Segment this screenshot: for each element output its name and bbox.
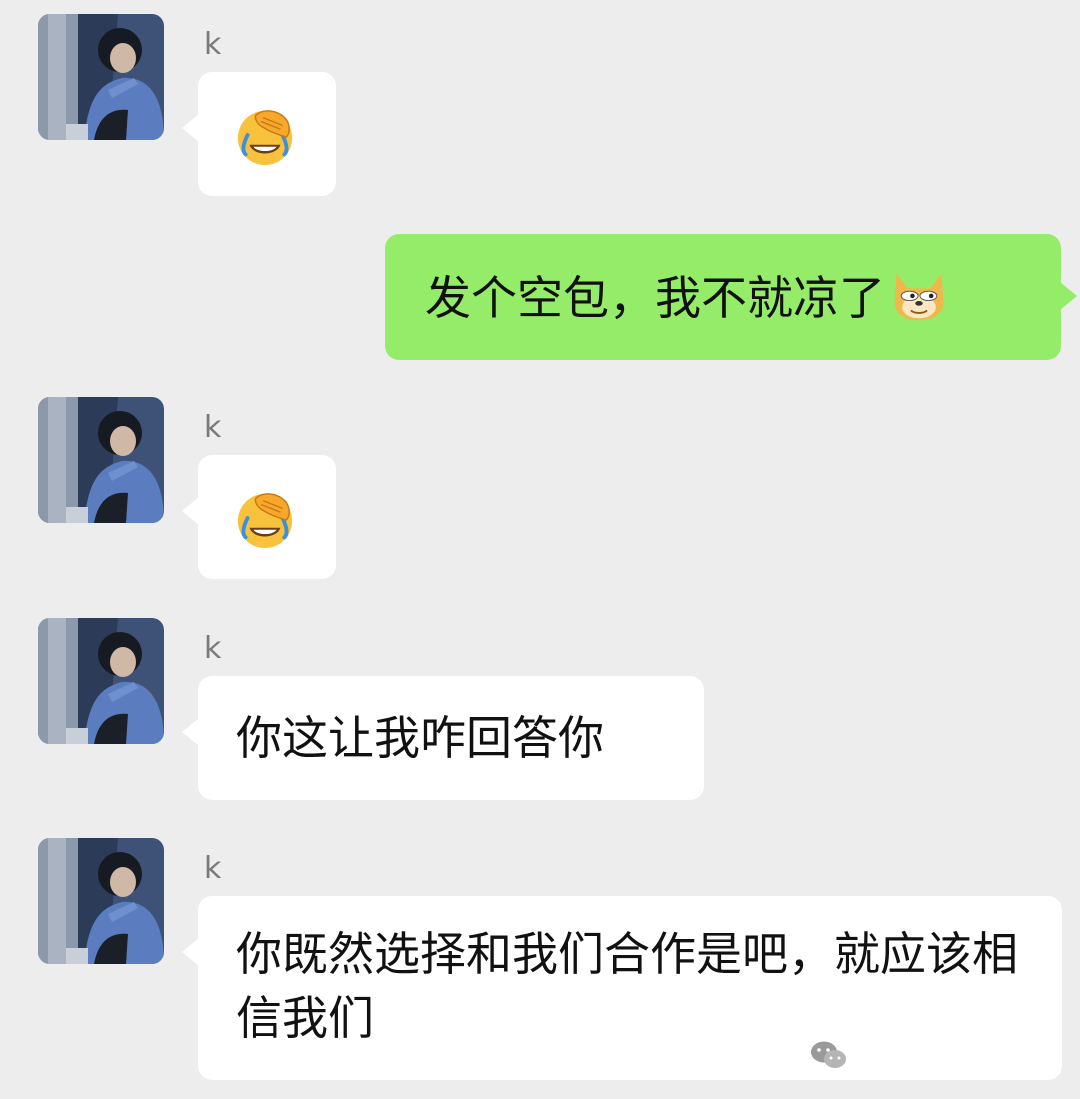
wechat-icon bbox=[811, 1041, 847, 1068]
sender-name: k bbox=[204, 631, 222, 666]
contact-avatar[interactable] bbox=[38, 838, 164, 964]
message-text: 你这让我咋回答你 bbox=[236, 711, 604, 765]
message-bubble[interactable] bbox=[182, 455, 336, 579]
sender-name: k bbox=[204, 410, 222, 445]
message-bubble[interactable]: 你这让我咋回答你 bbox=[182, 676, 704, 800]
message-text: 你既然选择和我们合作是吧，就应该相信我们 bbox=[236, 927, 1018, 1045]
contact-avatar[interactable] bbox=[38, 14, 164, 140]
contact-avatar[interactable] bbox=[38, 397, 164, 523]
sender-name: k bbox=[204, 851, 222, 886]
doge-emoji bbox=[889, 264, 949, 324]
message-bubble[interactable] bbox=[182, 72, 336, 196]
message-text: 发个空包，我不就凉了 bbox=[425, 271, 885, 325]
face-palm-tears-emoji bbox=[234, 106, 296, 168]
face-palm-tears-emoji bbox=[234, 489, 296, 551]
watermark-text: 公众号 · 狂金笔记 bbox=[857, 1043, 1048, 1071]
watermark: 公众号 · 狂金笔记 bbox=[809, 1037, 1048, 1072]
sender-name: k bbox=[204, 27, 222, 62]
outgoing-message-bubble[interactable]: 发个空包，我不就凉了 bbox=[385, 234, 1077, 360]
contact-avatar[interactable] bbox=[38, 618, 164, 744]
